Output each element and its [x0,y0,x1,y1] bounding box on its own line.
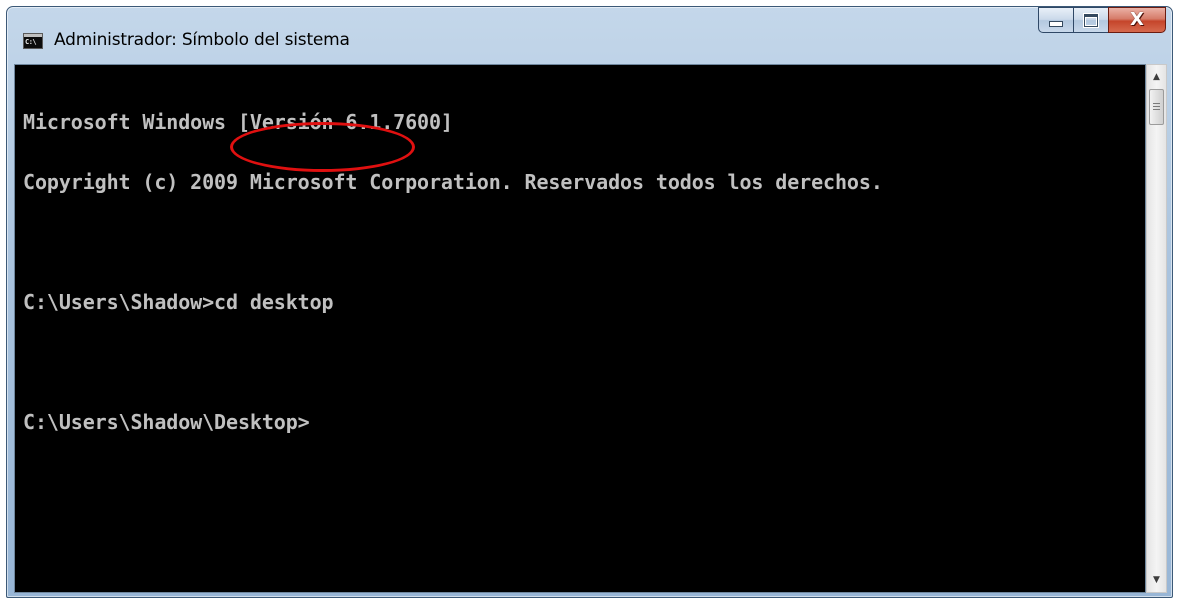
console-line-current-prompt: C:\Users\Shadow\Desktop> [23,410,310,434]
console-line-copyright: Copyright (c) 2009 Microsoft Corporation… [23,170,883,194]
maximize-button[interactable] [1073,7,1109,33]
console-output: Microsoft Windows [Versión 6.1.7600] Cop… [23,72,883,472]
window-title: Administrador: Símbolo del sistema [54,30,350,50]
console-line-blank [23,232,883,252]
cmd-app-icon[interactable]: C:\ [23,33,43,49]
console-area[interactable]: Microsoft Windows [Versión 6.1.7600] Cop… [14,64,1146,593]
red-highlight-circle [230,122,415,172]
console-line-blank [23,352,883,372]
scroll-thumb[interactable] [1149,89,1164,125]
scroll-up-arrow-icon[interactable]: ▲ [1147,67,1166,87]
maximize-icon [1084,13,1098,27]
minimize-button[interactable] [1038,7,1074,33]
console-line-version: Microsoft Windows [Versión 6.1.7600] [23,110,453,134]
vertical-scrollbar[interactable]: ▲ ▼ [1146,64,1167,593]
grip-icon [1153,103,1160,111]
title-bar[interactable]: C:\ Administrador: Símbolo del sistema X [7,7,1172,63]
close-icon: X [1130,9,1144,30]
app-icon-text: C:\ [25,38,37,46]
scroll-down-arrow-icon[interactable]: ▼ [1147,570,1166,590]
command-prompt-window: C:\ Administrador: Símbolo del sistema X… [6,6,1173,598]
app-icon-bar [24,34,42,37]
console-line-cd-command: C:\Users\Shadow>cd desktop [23,290,334,314]
caption-buttons: X [1038,7,1166,35]
minimize-icon [1049,21,1063,27]
close-button[interactable]: X [1108,7,1166,33]
